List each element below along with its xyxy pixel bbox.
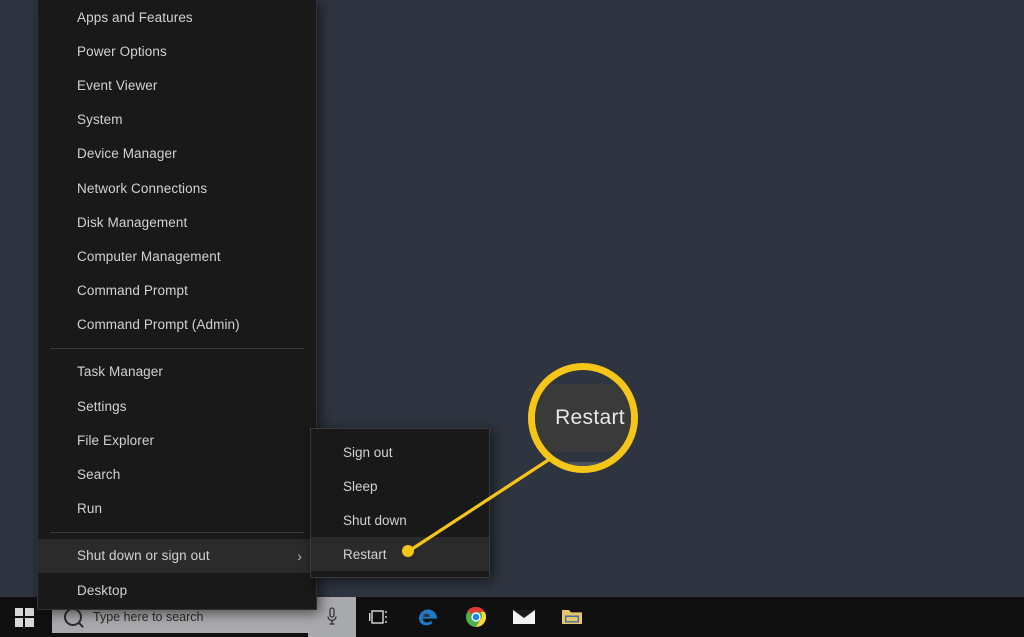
menu-item-label: Shut down or sign out [77,548,210,563]
file-explorer-icon[interactable] [548,597,596,637]
win-x-power-user-menu: Apps and Features Power Options Event Vi… [37,0,317,610]
menu-item-run[interactable]: Run [38,492,316,526]
menu-group-system: Apps and Features Power Options Event Vi… [38,0,316,342]
windows-logo-icon [15,608,34,627]
submenu-item-label: Shut down [343,513,407,528]
submenu-item-sleep[interactable]: Sleep [311,469,489,503]
menu-item-power-options[interactable]: Power Options [38,34,316,68]
menu-item-shut-down-or-sign-out[interactable]: Shut down or sign out › [38,539,316,573]
menu-item-file-explorer[interactable]: File Explorer [38,423,316,457]
menu-item-device-manager[interactable]: Device Manager [38,137,316,171]
submenu-item-restart[interactable]: Restart [311,537,489,571]
menu-item-network-connections[interactable]: Network Connections [38,171,316,205]
menu-group-tools: Task Manager Settings File Explorer Sear… [38,355,316,526]
shut-down-or-sign-out-submenu: Sign out Sleep Shut down Restart [310,428,490,578]
menu-item-apps-and-features[interactable]: Apps and Features [38,0,316,34]
edge-browser-icon[interactable] [404,597,452,637]
menu-item-event-viewer[interactable]: Event Viewer [38,68,316,102]
menu-item-label: Desktop [77,583,127,598]
submenu-item-label: Sign out [343,445,393,460]
menu-item-label: Device Manager [77,146,177,161]
menu-item-label: Settings [77,399,127,414]
search-icon [64,608,82,626]
menu-item-label: File Explorer [77,433,154,448]
submenu-item-label: Restart [343,547,387,562]
menu-separator [50,348,304,349]
menu-separator [50,532,304,533]
desktop-screen: Type here to search [0,0,1024,637]
menu-item-label: Network Connections [77,181,207,196]
magnified-restart-label: Restart [555,406,625,430]
menu-item-label: Command Prompt [77,283,188,298]
menu-item-desktop[interactable]: Desktop [38,573,316,607]
submenu-item-label: Sleep [343,479,378,494]
menu-item-label: Power Options [77,44,167,59]
menu-item-label: Command Prompt (Admin) [77,317,240,332]
magnified-edge-strip [528,462,638,468]
submenu-item-shut-down[interactable]: Shut down [311,503,489,537]
folder-glyph [560,607,584,627]
menu-item-system[interactable]: System [38,103,316,137]
menu-item-command-prompt[interactable]: Command Prompt [38,274,316,308]
menu-item-label: Disk Management [77,215,187,230]
menu-item-label: Task Manager [77,364,163,379]
menu-item-command-prompt-admin[interactable]: Command Prompt (Admin) [38,308,316,342]
microphone-glyph [325,606,339,628]
menu-item-label: Computer Management [77,249,221,264]
menu-item-task-manager[interactable]: Task Manager [38,355,316,389]
menu-item-settings[interactable]: Settings [38,389,316,423]
search-placeholder: Type here to search [93,610,203,624]
menu-item-label: System [77,112,123,127]
menu-group-session: Shut down or sign out › Desktop [38,539,316,607]
edge-glyph [416,605,440,629]
menu-item-label: Event Viewer [77,78,158,93]
menu-item-label: Apps and Features [77,10,193,25]
task-view-icon[interactable] [356,597,404,637]
menu-item-computer-management[interactable]: Computer Management [38,239,316,273]
menu-item-label: Search [77,467,120,482]
mail-icon[interactable] [500,597,548,637]
submenu-item-sign-out[interactable]: Sign out [311,435,489,469]
chrome-glyph [464,605,488,629]
menu-item-label: Run [77,501,102,516]
menu-item-search[interactable]: Search [38,457,316,491]
chevron-right-icon: › [297,549,302,563]
callout-magnifier: Restart [528,363,638,473]
mail-glyph [512,608,536,626]
chrome-browser-icon[interactable] [452,597,500,637]
task-view-glyph [369,608,391,626]
magnified-restart-row: Restart [528,384,638,452]
menu-item-disk-management[interactable]: Disk Management [38,205,316,239]
